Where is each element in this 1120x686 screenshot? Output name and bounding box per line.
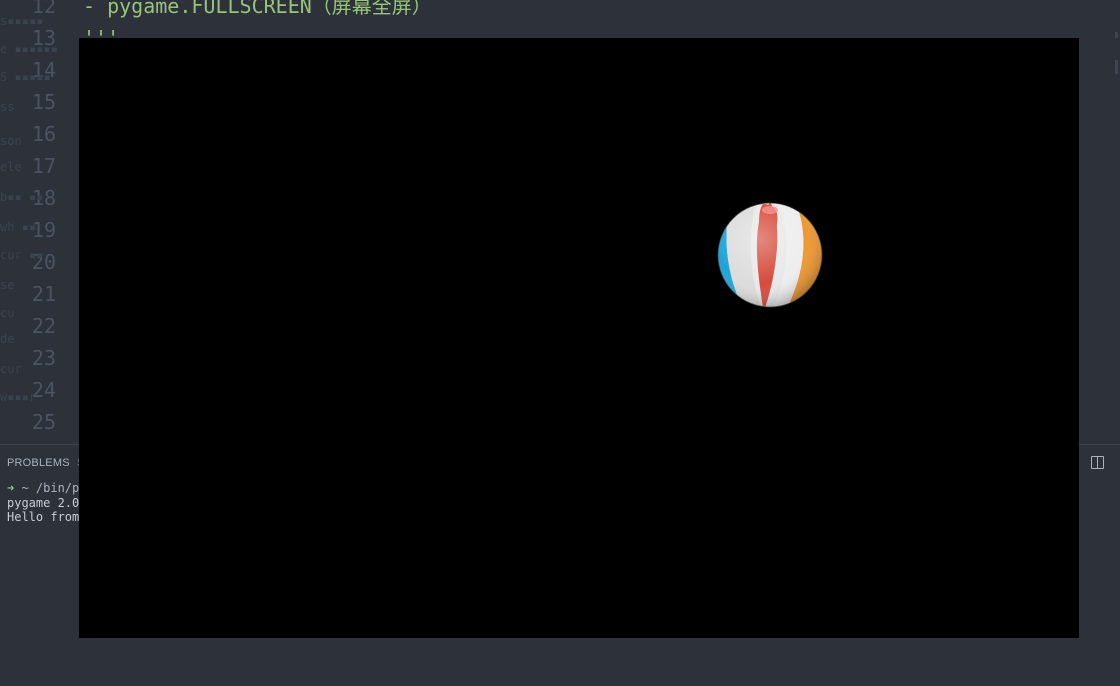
line-number: 15 — [31, 90, 56, 114]
minimap-marker — [1115, 32, 1118, 38]
line-number: 14 — [31, 58, 56, 82]
line-number: 16 — [31, 122, 56, 146]
line-number: 17 — [31, 154, 56, 178]
line-number: 25 — [31, 410, 56, 434]
terminal-output[interactable]: ➜ ~ /bin/p pygame 2.0 Hello from — [7, 481, 79, 525]
line-number: 19 — [31, 218, 56, 242]
tab-problems[interactable]: PROBLEMS — [7, 457, 70, 469]
line-number: 24 — [31, 378, 56, 402]
line-number: 18 — [31, 186, 56, 210]
line-number: 12 — [31, 0, 56, 18]
line-number: 13 — [31, 26, 56, 50]
terminal-line: pygame 2.0 — [7, 495, 80, 510]
code-line[interactable]: - pygame.FULLSCREEN（屏幕全屏） — [83, 0, 432, 24]
split-panel-icon[interactable] — [1091, 456, 1104, 469]
pygame-window[interactable] — [79, 38, 1079, 638]
desktop-screen: 12 13 14 15 16 17 18 19 20 21 22 23 24 2… — [0, 0, 1120, 686]
line-number: 22 — [31, 314, 56, 338]
line-number: 23 — [31, 346, 56, 370]
terminal-prompt: ~ /bin/p — [14, 481, 80, 495]
terminal-line: Hello from — [7, 510, 80, 524]
line-number: 21 — [31, 282, 56, 306]
beach-ball-icon — [717, 202, 823, 308]
minimap-marker — [1115, 60, 1118, 74]
line-number: 20 — [31, 250, 56, 274]
line-number-gutter: 12 13 14 15 16 17 18 19 20 21 22 23 24 2… — [0, 0, 62, 444]
